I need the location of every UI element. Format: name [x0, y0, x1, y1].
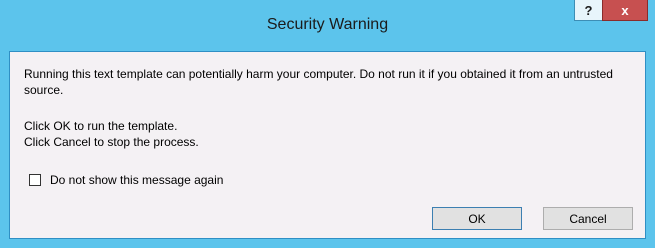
ok-button[interactable]: OK: [432, 207, 522, 230]
security-warning-dialog: Security Warning ? x Running this text t…: [0, 0, 655, 248]
cancel-button[interactable]: Cancel: [543, 207, 633, 230]
cancel-instruction: Click Cancel to stop the process.: [24, 135, 199, 149]
dialog-body: Running this text template can potential…: [9, 51, 646, 239]
dont-show-again-label[interactable]: Do not show this message again: [50, 173, 223, 187]
ok-instruction: Click OK to run the template.: [24, 119, 178, 133]
help-button[interactable]: ?: [574, 0, 603, 21]
dont-show-again-option[interactable]: Do not show this message again: [29, 173, 223, 187]
title-bar[interactable]: Security Warning ? x: [0, 0, 655, 51]
dialog-title: Security Warning: [266, 16, 389, 33]
dont-show-again-checkbox[interactable]: [29, 174, 41, 186]
warning-message: Running this text template can potential…: [24, 67, 613, 97]
close-button[interactable]: x: [602, 0, 648, 21]
close-icon: x: [621, 2, 629, 18]
question-mark-icon: ?: [584, 2, 593, 18]
